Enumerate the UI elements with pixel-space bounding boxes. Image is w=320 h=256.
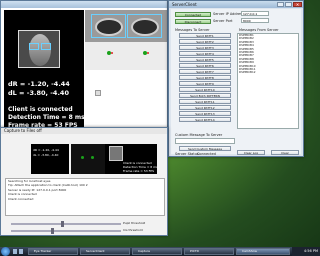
start-orb-icon[interactable] [1, 247, 10, 256]
ip-label: Server IP Address [213, 12, 244, 16]
minimize-button[interactable] [277, 2, 284, 7]
pupil-threshold-label: Pupil threshold [123, 221, 146, 225]
camera-titlebar [1, 1, 167, 8]
taskbar-item[interactable]: Eye Tracker [28, 248, 78, 255]
send-patt7-button[interactable]: Send PATT7 [179, 69, 231, 74]
custom-message-input[interactable] [175, 138, 235, 144]
disconnect-button[interactable]: Disconnect [175, 19, 211, 24]
server-client-window: ServerClient Connected Disconnect Server… [168, 0, 304, 157]
close-button[interactable] [293, 2, 302, 7]
mini-right-pupil [91, 156, 94, 159]
camera-window: dR = -1.20, -4.44 dL = -3.80, -4.40 Clie… [0, 0, 168, 132]
face-image [18, 30, 60, 68]
capture-titlebar: Capture to Files off [1, 128, 167, 134]
server-window-title: ServerClient [172, 2, 197, 7]
mini-dl-readout: dL = -3.80, -4.40 [33, 153, 59, 157]
clear-log-button[interactable]: Clear Log [237, 150, 265, 155]
connected-button[interactable]: Connected [175, 12, 211, 17]
send-custom-message-button[interactable]: Send Custom Message [179, 146, 231, 151]
right-glint-marker [147, 52, 149, 54]
send-patt9-button[interactable]: Send PATT9 [179, 81, 231, 86]
event-log[interactable]: Searching for localhost eyes Tip: Attach… [5, 178, 165, 216]
list-item: DSPPRCB12 [239, 70, 256, 75]
clear-button[interactable]: Clear [271, 150, 299, 155]
quicklaunch-browser-icon[interactable] [19, 249, 23, 254]
ip-input[interactable]: 127.0.0.1 [241, 11, 269, 16]
send-patt2-button[interactable]: Send PATT2 [179, 39, 231, 44]
log-line: Client connected [8, 196, 34, 201]
send-patt11-button[interactable]: Send PATT11 [179, 99, 231, 104]
send-patt1-button[interactable]: Send PATT1 [179, 33, 231, 38]
iris-threshold-slider[interactable] [11, 228, 121, 234]
dr-readout: dR = -1.20, -4.44 [8, 80, 70, 88]
face-shape [29, 34, 51, 66]
send-patt3-button[interactable]: Send PATT3 [179, 45, 231, 50]
left-eye-roi [29, 43, 39, 50]
taskbar: Eye Tracker ServerClient Capture PICTD C… [0, 247, 320, 256]
mini-face-thumbnail [109, 146, 123, 161]
send-patt14-button[interactable]: Send PATT14 [179, 117, 231, 122]
capture-window: Capture to Files off dR = -1.20, -4.44 d… [0, 127, 168, 236]
quicklaunch-desktop-icon[interactable] [13, 249, 17, 254]
send-both-pattern-button[interactable]: Send Both PATTERN [179, 93, 231, 98]
send-patt4-button[interactable]: Send PATT4 [179, 51, 231, 56]
eyes-closeup-bottom [85, 42, 167, 70]
window-controls [277, 2, 302, 7]
taskbar-item[interactable]: Capture [132, 248, 182, 255]
maximize-button[interactable] [285, 2, 292, 7]
pupil-threshold-slider[interactable] [11, 221, 121, 227]
right-eye-box [127, 14, 162, 38]
send-patt5-button[interactable]: Send PATT5 [179, 57, 231, 62]
dl-readout: dL = -3.80, -4.40 [8, 89, 69, 97]
custom-message-label: Custom Message To Server [175, 133, 223, 137]
face-video-panel: dR = -1.20, -4.44 dL = -3.80, -4.40 Clie… [4, 10, 85, 131]
mini-frame-rate: Frame rate = 53 FPS [123, 169, 155, 173]
received-messages-list[interactable]: DSPPRCB1 DSPPRCB2 DSPPRCB3 DSPPRCB4 DSPP… [237, 33, 299, 129]
send-patt8-button[interactable]: Send PATT8 [179, 75, 231, 80]
camera-blank-area [85, 70, 167, 131]
server-titlebar: ServerClient [169, 1, 303, 8]
system-tray: 4:56 PM [292, 247, 320, 256]
from-server-label: Messages From Server [239, 28, 279, 32]
left-glint-marker [111, 52, 113, 54]
left-eye-box [91, 14, 126, 38]
clock: 4:56 PM [303, 249, 318, 253]
taskbar-item[interactable]: ServerClient [80, 248, 130, 255]
mini-left-pupil [81, 156, 84, 159]
server-body: Connected Disconnect Server IP Address 1… [171, 9, 301, 156]
mini-eyes-panel [71, 144, 107, 174]
server-status-value: Connected [197, 152, 216, 156]
detection-time: Detection Time = 8 ms [8, 114, 85, 121]
right-eye-roi [41, 43, 51, 50]
iris-slider-thumb[interactable] [51, 228, 54, 234]
eyes-closeup-top [85, 10, 167, 42]
client-status: Client is connected [8, 106, 73, 113]
send-patt6-button[interactable]: Send PATT6 [179, 63, 231, 68]
send-patt12-button[interactable]: Send PATT12 [179, 105, 231, 110]
iris-threshold-label: Iris threshold [123, 228, 143, 232]
small-checkbox[interactable] [95, 90, 101, 96]
send-patt10-button[interactable]: Send PATT10 [179, 87, 231, 92]
port-input[interactable]: 8000 [241, 18, 269, 23]
port-label: Server Port [213, 19, 233, 23]
send-patt13-button[interactable]: Send PATT13 [179, 111, 231, 116]
to-server-label: Messages To Server [175, 28, 210, 32]
capture-window-title: Capture to Files off [4, 128, 42, 133]
mini-face-panel: dR = -1.20, -4.44 dL = -3.80, -4.40 [31, 144, 69, 174]
mini-dr-readout: dR = -1.20, -4.44 [33, 148, 59, 152]
taskbar-item-active[interactable]: CamShow [236, 248, 290, 255]
pupil-slider-thumb[interactable] [61, 221, 64, 227]
taskbar-item[interactable]: PICTD [184, 248, 234, 255]
